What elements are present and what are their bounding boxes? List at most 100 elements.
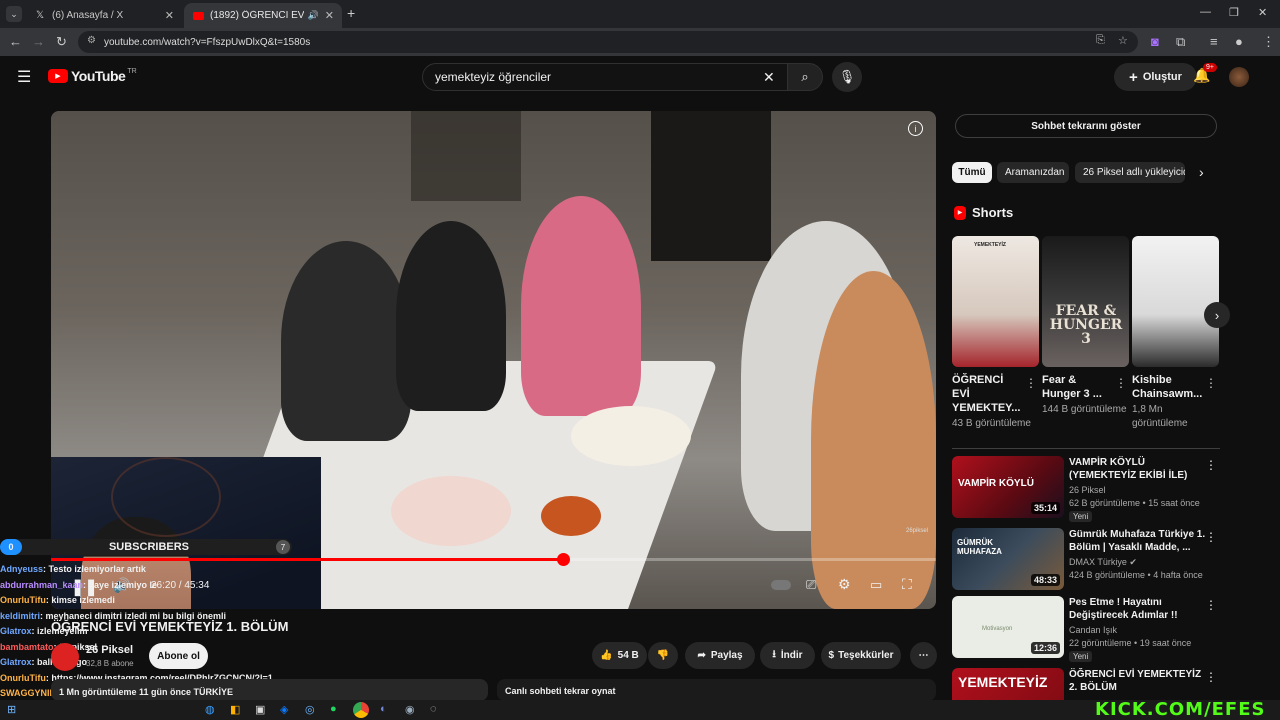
site-info-icon[interactable]: ⚙ (87, 35, 96, 46)
short-menu-icon[interactable]: ⋮ (1205, 376, 1217, 390)
download-button[interactable]: ⭳ İndir (760, 642, 815, 669)
bookmark-star-icon[interactable]: ☆ (1118, 34, 1128, 47)
rec-title: ÖĞRENCİ EVİ YEMEKTEYİZ 2. BÖLÜM (1069, 669, 1202, 693)
short-card[interactable]: Kishibe Chainsawm... 1,8 Mn görüntüleme … (1132, 236, 1219, 431)
new-badge: Yeni (1069, 511, 1093, 522)
reload-icon[interactable]: ↻ (56, 34, 67, 50)
tab-close-icon[interactable]: ✕ (325, 9, 334, 22)
chat-replay-panel[interactable]: Canlı sohbeti tekrar oynat (497, 679, 936, 701)
plate (571, 406, 691, 466)
thanks-button[interactable]: $ Teşekkürler (821, 642, 901, 669)
channel-avatar[interactable] (51, 643, 79, 671)
chip-from-search[interactable]: Aramanızdan (997, 162, 1069, 183)
rec-menu-icon[interactable]: ⋮ (1205, 598, 1217, 612)
restore-icon[interactable]: ❐ (1229, 6, 1239, 19)
rec-menu-icon[interactable]: ⋮ (1205, 670, 1217, 684)
chrome-menu-icon[interactable]: ⋮ (1262, 34, 1275, 50)
profile-icon[interactable]: ● (1235, 34, 1243, 49)
search-button[interactable]: ⌕ (787, 63, 823, 91)
spotify-icon[interactable]: ● (330, 703, 337, 715)
youtube-logo[interactable]: ▶ YouTube TR (48, 68, 137, 84)
tab-search-button[interactable]: ⌄ (6, 6, 22, 22)
rec-menu-icon[interactable]: ⋮ (1205, 530, 1217, 544)
channel-name[interactable]: 26 Piksel (86, 644, 133, 656)
subscribe-button[interactable]: Abone ol (149, 643, 208, 669)
hamburger-menu-icon[interactable]: ☰ (17, 67, 31, 87)
like-button[interactable]: 👍 54 B (592, 642, 647, 669)
notifications-button[interactable]: 🔔 9+ (1193, 63, 1217, 85)
recommendation-item[interactable]: VAMPİR KÖYLÜ 35:14 VAMPİR KÖYLÜ (YEMEKTE… (952, 456, 1222, 522)
subtitles-icon[interactable]: ⎚ (806, 577, 816, 593)
taskbar-app-icon[interactable]: ◈ (280, 703, 288, 716)
autoplay-toggle[interactable] (771, 580, 791, 590)
more-actions-button[interactable]: ⋯ (910, 642, 937, 669)
new-badge: Yeni (1069, 651, 1093, 662)
webcam-wall-emblem (111, 457, 221, 537)
address-bar[interactable]: ⚙ youtube.com/watch?v=FfszpUwDlxQ&t=1580… (78, 31, 1138, 53)
chat-username: Glatrox (0, 657, 32, 667)
taskbar-app-icon[interactable]: ◐ (380, 703, 387, 715)
chat-username: keldimitri (0, 610, 41, 621)
description-box[interactable]: 1 Mn görüntüleme 11 gün önce TÜRKİYE (51, 679, 488, 701)
clear-search-icon[interactable]: ✕ (763, 69, 775, 86)
info-icon[interactable]: i (908, 121, 923, 136)
recommendation-item[interactable]: GÜMRÜK MUHAFAZA 48:33 Gümrük Muhafaza Tü… (952, 528, 1222, 590)
short-title: Fear & Hunger 3 ... (1042, 374, 1102, 400)
recommendation-item[interactable]: Motivasyon 12:36 Pes Etme ! Hayatını Değ… (952, 596, 1222, 662)
forward-icon[interactable]: → (32, 34, 45, 49)
steam-icon[interactable]: ◉ (405, 703, 415, 716)
chrome-taskbar-icon[interactable] (353, 702, 369, 718)
taskbar-app-icon[interactable]: ◎ (305, 703, 315, 716)
show-chat-replay-button[interactable]: Sohbet tekrarını göster (955, 114, 1217, 138)
minimize-icon[interactable]: — (1200, 6, 1211, 18)
shorts-next-button[interactable]: › (1204, 302, 1230, 328)
chip-uploader[interactable]: 26 Piksel adlı yükleyiciden (1075, 162, 1185, 183)
chips-next-icon[interactable]: › (1199, 164, 1204, 180)
chip-all[interactable]: Tümü (952, 162, 992, 183)
short-card[interactable]: YEMEKTEYİZ ÖĞRENCİ EVİ YEMEKTEY... 43 B … (952, 236, 1039, 431)
fullscreen-icon[interactable]: ⛶ (902, 576, 912, 593)
windows-taskbar: ⊞ ◍ ◧ ▣ ◈ ◎ ● ◐ ◉ ◌ (0, 700, 1280, 720)
short-thumbnail: FEAR & HUNGER 3 (1042, 236, 1129, 367)
create-button[interactable]: + Oluştur (1114, 63, 1197, 91)
extensions-puzzle-icon[interactable]: ⧉ (1176, 34, 1185, 50)
rec-menu-icon[interactable]: ⋮ (1205, 458, 1217, 472)
tab-close-icon[interactable]: ✕ (165, 9, 174, 22)
short-card[interactable]: FEAR & HUNGER 3 Fear & Hunger 3 ... 144 … (1042, 236, 1129, 417)
speaker-icon[interactable]: 🔊 (308, 10, 319, 21)
progress-bar[interactable] (51, 553, 936, 566)
share-button[interactable]: ➦ Paylaş (685, 642, 755, 669)
tab-youtube-video[interactable]: (1892) ÖĞRENCİ EVİ YEMEKTEYİZ 🔊 ✕ (184, 3, 342, 28)
dislike-button[interactable]: 👎 (648, 642, 678, 669)
reading-list-icon[interactable]: ≡ (1210, 34, 1218, 49)
thanks-label: Teşekkürler (838, 650, 894, 661)
extension-twitch-icon[interactable]: ◙ (1151, 34, 1159, 49)
tab-x-home[interactable]: 𝕏 (6) Anasayfa / X ✕ (26, 3, 182, 28)
close-window-icon[interactable]: ✕ (1258, 6, 1267, 19)
back-icon[interactable]: ← (9, 34, 22, 49)
recommendation-item[interactable]: YEMEKTEYİZ ÖĞRENCİ EVİ YEMEKTEYİZ 2. BÖL… (952, 668, 1222, 700)
settings-gear-icon[interactable]: ⚙ (838, 576, 851, 593)
taskbar-app-icon[interactable]: ◧ (230, 703, 240, 716)
voice-search-button[interactable]: 🎙 (832, 62, 862, 92)
rec-thumbnail: VAMPİR KÖYLÜ 35:14 (952, 456, 1064, 518)
chat-username: abdurrahman_kaan (0, 579, 84, 590)
taskbar-app-icon[interactable]: ◌ (430, 703, 437, 715)
person-silhouette (521, 196, 641, 416)
taskbar-app-icon[interactable]: ◍ (205, 703, 215, 716)
short-menu-icon[interactable]: ⋮ (1025, 376, 1037, 390)
video-player[interactable]: i 26piksel ❚❚ 🔊 26:20 / 45:34 ⎚ ⚙ ▭ ⛶ (51, 111, 936, 609)
theater-mode-icon[interactable]: ▭ (870, 577, 882, 593)
start-icon[interactable]: ⊞ (7, 703, 16, 716)
scrubber-handle[interactable] (556, 553, 570, 566)
short-thumbnail: YEMEKTEYİZ (952, 236, 1039, 367)
new-tab-icon[interactable]: + (347, 5, 355, 21)
search-input[interactable]: yemekteyiz öğrenciler ✕ (422, 63, 788, 91)
kick-channel-watermark: KICK.COM/EFES (1095, 699, 1266, 720)
short-menu-icon[interactable]: ⋮ (1115, 376, 1127, 390)
taskbar-app-icon[interactable]: ▣ (255, 703, 265, 716)
rec-meta: 22 görüntüleme • 19 saat önce (1069, 638, 1192, 648)
chat-line: Adnyeuss: Testo izlemiyorlar artık (0, 562, 420, 578)
install-app-icon[interactable]: ⎘ (1096, 34, 1105, 47)
avatar[interactable] (1229, 67, 1249, 87)
